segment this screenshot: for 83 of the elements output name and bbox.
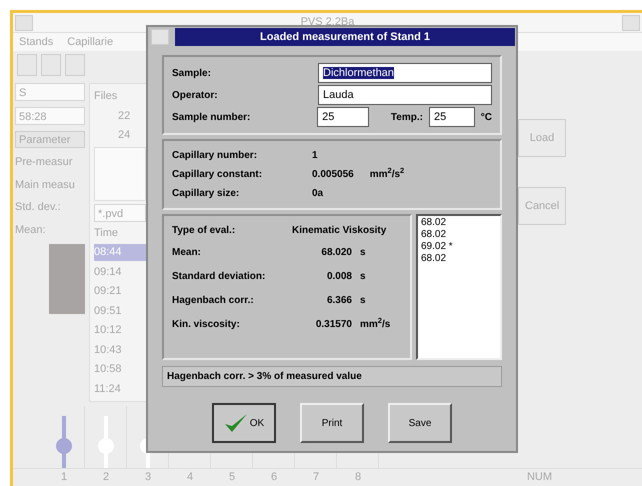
reading-item: 69.02 * xyxy=(421,241,454,253)
parameter-button[interactable]: Parameter xyxy=(15,131,85,148)
time-item[interactable]: 09:21 xyxy=(94,283,146,300)
time-item[interactable]: 10:12 xyxy=(94,322,146,338)
unit-label: s xyxy=(360,270,366,284)
unit-label: s xyxy=(360,246,366,260)
time-item[interactable]: 09:51 xyxy=(94,302,146,319)
filter-field[interactable]: *.pvd xyxy=(94,204,146,222)
sample-field[interactable]: Dichlormethan xyxy=(318,63,492,83)
field-label: Standard deviation: xyxy=(172,270,266,284)
time-item[interactable]: 10:58 xyxy=(94,361,146,378)
stand-number[interactable]: 4 xyxy=(169,469,211,486)
readings-list[interactable]: 68.02 68.02 69.02 * 68.02 xyxy=(416,214,502,360)
side-label: Mean: xyxy=(15,222,47,238)
field-label: Type of eval.: xyxy=(172,224,236,238)
time-item[interactable]: 10:43 xyxy=(94,342,146,358)
toolbar-icon[interactable] xyxy=(65,54,85,76)
value-text: 0.31570 xyxy=(314,318,352,332)
field-label: Capillary constant: xyxy=(172,168,264,182)
action-button[interactable]: Cancel xyxy=(518,187,566,225)
side-label: Pre-measur xyxy=(15,155,74,170)
stand-number[interactable]: 5 xyxy=(211,469,253,486)
file-item[interactable]: 22 xyxy=(94,108,146,124)
input-field[interactable]: S xyxy=(15,83,85,101)
reading-item: 68.02 xyxy=(421,253,448,265)
time-item[interactable]: 08:44 xyxy=(94,244,146,260)
checkmark-icon xyxy=(224,412,248,434)
menu-item[interactable]: Capillarie xyxy=(67,34,114,50)
value-text: 68.020 xyxy=(320,246,352,260)
value-text: 6.366 xyxy=(326,294,352,308)
field-label: Hagenbach corr.: xyxy=(172,294,255,308)
unit-label: mm$^{2}$/s$^{2}$ xyxy=(370,167,404,182)
field-label: Sample: xyxy=(172,66,212,80)
file-list xyxy=(94,146,146,200)
ok-button[interactable]: OK xyxy=(212,403,276,443)
stand-number[interactable]: 7 xyxy=(295,469,337,486)
side-label: Std. dev.: xyxy=(15,200,62,215)
side-label: Main measu xyxy=(15,178,76,192)
temp-field[interactable]: 25 xyxy=(428,107,475,127)
toolbar-icon[interactable] xyxy=(17,54,37,76)
message-text: Hagenbach corr. > 3% of measured value xyxy=(162,366,502,387)
toolbar-icon[interactable] xyxy=(41,54,61,76)
value-text: 0.008 xyxy=(326,270,352,284)
field-label: Mean: xyxy=(172,246,202,260)
time-item[interactable]: 09:14 xyxy=(94,264,146,280)
system-menu-icon[interactable] xyxy=(15,14,33,30)
window-title: PVS 2.2Ba xyxy=(300,15,356,30)
sample-number-field[interactable]: 25 xyxy=(317,107,369,127)
reading-item: 68.02 xyxy=(421,217,448,229)
value-text: 1 xyxy=(312,149,318,163)
dialog-button[interactable]: Print xyxy=(300,403,364,443)
field-label: Operator: xyxy=(172,88,219,102)
field-label: Capillary size: xyxy=(172,187,240,201)
field-label: Capillary number: xyxy=(172,149,258,163)
file-item[interactable]: 24 xyxy=(94,127,146,144)
status-indicator: NUM xyxy=(526,470,552,486)
field-label: Temp.: xyxy=(390,110,423,124)
stand-number[interactable]: 3 xyxy=(127,469,169,486)
field-label: Sample number: xyxy=(172,110,252,124)
action-button[interactable]: Load xyxy=(518,119,566,157)
time-heading: Time xyxy=(94,226,120,240)
value-text: 0.005056 xyxy=(312,168,354,182)
stand-number[interactable]: 8 xyxy=(337,469,379,486)
unit-label: s xyxy=(360,294,366,308)
system-menu-icon[interactable] xyxy=(151,29,169,45)
menu-item[interactable]: Stands xyxy=(19,34,54,50)
dialog-title: Loaded measurement of Stand 1 xyxy=(175,28,515,46)
display-panel xyxy=(49,244,85,314)
dialog-button[interactable]: Save xyxy=(388,403,452,443)
stand-number[interactable]: 6 xyxy=(253,469,295,486)
value-text: Kinematic Viskosity xyxy=(292,224,386,238)
field-label: Kin. viscosity: xyxy=(172,318,241,332)
stand-number[interactable]: 2 xyxy=(85,469,127,486)
clock-field[interactable]: 58:28 xyxy=(15,107,85,125)
operator-field[interactable]: Lauda xyxy=(318,85,492,105)
minimize-button[interactable] xyxy=(622,14,640,30)
reading-item: 68.02 xyxy=(421,229,448,241)
value-text: 0a xyxy=(312,187,324,201)
stand-number[interactable]: 1 xyxy=(43,469,85,486)
unit-label: °C xyxy=(480,110,492,124)
unit-label: mm$^{2}$/s xyxy=(360,316,390,332)
time-item[interactable]: 11:24 xyxy=(94,380,146,397)
panel-heading: Files xyxy=(94,89,118,104)
